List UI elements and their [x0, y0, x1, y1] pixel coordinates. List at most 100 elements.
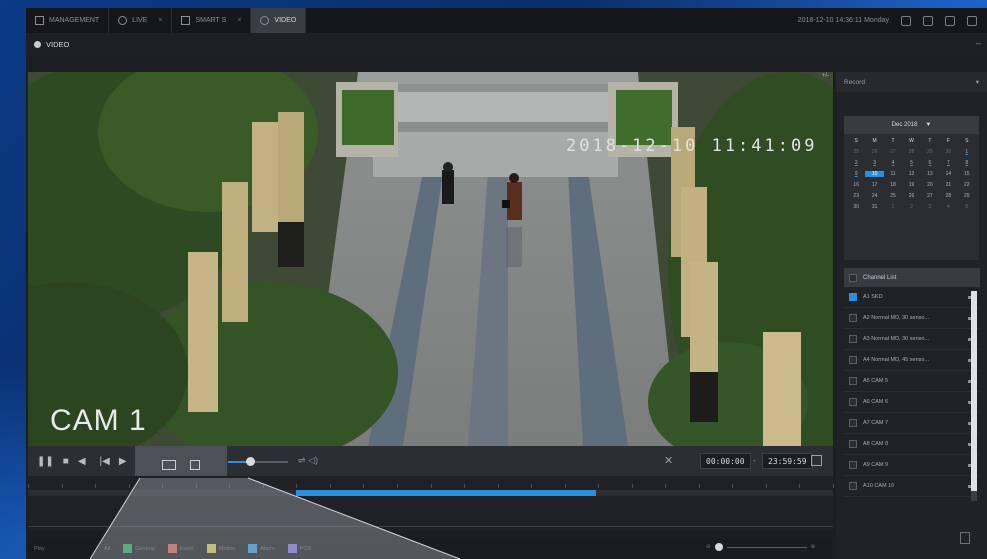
- calendar-day[interactable]: 13: [921, 171, 939, 177]
- calendar-day[interactable]: 12: [902, 171, 920, 177]
- channel-item[interactable]: A7 CAM 7: [844, 413, 980, 434]
- calendar-day[interactable]: 5: [902, 160, 920, 166]
- calendar-day[interactable]: 19: [902, 182, 920, 188]
- calendar-day[interactable]: 2: [847, 160, 865, 166]
- channel-item[interactable]: A3 Normal MD, 30 senso...: [844, 329, 980, 350]
- calendar-day[interactable]: 3: [865, 160, 883, 166]
- channel-item[interactable]: A6 CAM 6: [844, 392, 980, 413]
- calendar-day[interactable]: 14: [939, 171, 957, 177]
- legend-item-alarm[interactable]: Alarm: [248, 544, 275, 553]
- calendar-day[interactable]: 9: [847, 171, 865, 177]
- calendar-day[interactable]: 26: [902, 193, 920, 199]
- next-frame-icon[interactable]: ▶: [119, 456, 127, 467]
- speed-slider-knob[interactable]: [246, 457, 255, 466]
- zoom-out-icon[interactable]: ⊖: [706, 544, 711, 550]
- calendar-day[interactable]: 25: [884, 193, 902, 199]
- calendar-month-selector[interactable]: Dec 2018 ▼: [844, 116, 979, 134]
- calendar-icon[interactable]: [811, 455, 822, 466]
- pause-icon[interactable]: ❚❚: [37, 456, 54, 467]
- channel-checkbox[interactable]: [849, 482, 857, 490]
- zoom-slider-knob[interactable]: [714, 543, 723, 551]
- calendar-day[interactable]: 4: [884, 160, 902, 166]
- calendar-day[interactable]: 1: [884, 204, 902, 210]
- calendar-day[interactable]: 15: [958, 171, 976, 177]
- stop-icon[interactable]: ■: [63, 456, 69, 467]
- channel-item[interactable]: A5 CAM 5: [844, 371, 980, 392]
- cut-icon[interactable]: ✕: [664, 454, 673, 467]
- channel-checkbox[interactable]: [849, 440, 857, 448]
- calendar-day[interactable]: 8: [958, 160, 976, 166]
- legend-item-all[interactable]: All: [104, 546, 110, 552]
- calendar-day[interactable]: 27: [884, 149, 902, 155]
- channel-checkbox[interactable]: [849, 314, 857, 322]
- close-icon[interactable]: ×: [237, 17, 241, 24]
- zoom-slider-track[interactable]: [726, 546, 807, 548]
- start-time-input[interactable]: 00:00:00: [700, 453, 751, 469]
- calendar-day[interactable]: 29: [958, 193, 976, 199]
- calendar-day[interactable]: 29: [921, 149, 939, 155]
- user-icon[interactable]: [901, 15, 911, 26]
- calendar-day[interactable]: 31: [865, 204, 883, 210]
- channel-item[interactable]: A4 Normal MD, 45 senso...: [844, 350, 980, 371]
- tab-video[interactable]: VIDEO: [251, 8, 307, 33]
- calendar-day[interactable]: 23: [847, 193, 865, 199]
- calendar-day-selected[interactable]: 10: [865, 171, 884, 177]
- calendar-day[interactable]: 24: [865, 193, 883, 199]
- trash-icon[interactable]: [960, 532, 970, 544]
- end-time-input[interactable]: 23:59:59: [762, 453, 813, 469]
- calendar-day[interactable]: 25: [847, 149, 865, 155]
- channel-checkbox[interactable]: [849, 356, 857, 364]
- snapshot-icon[interactable]: [190, 460, 200, 470]
- settings-icon[interactable]: [967, 15, 977, 26]
- calendar-day[interactable]: 26: [865, 149, 883, 155]
- calendar-day[interactable]: 21: [939, 182, 957, 188]
- channel-item[interactable]: A8 CAM 8: [844, 434, 980, 455]
- calendar-day[interactable]: 28: [939, 193, 957, 199]
- calendar-day[interactable]: 27: [921, 193, 939, 199]
- calendar-day[interactable]: 1: [958, 149, 976, 155]
- channel-checkbox[interactable]: [849, 398, 857, 406]
- recording-segment[interactable]: [296, 490, 596, 496]
- legend-item-general[interactable]: General: [123, 544, 155, 553]
- channel-checkbox[interactable]: [849, 335, 857, 343]
- channel-item[interactable]: A10 CAM 10: [844, 476, 980, 497]
- channel-item[interactable]: A1 SKD: [844, 287, 980, 308]
- layout-icon[interactable]: [945, 15, 955, 26]
- calendar-day[interactable]: 18: [884, 182, 902, 188]
- calendar-day[interactable]: 30: [847, 204, 865, 210]
- calendar-day[interactable]: 11: [884, 171, 902, 177]
- calendar-day[interactable]: 5: [958, 204, 976, 210]
- minimize-icon[interactable]: –: [976, 38, 981, 48]
- tab-smart-search[interactable]: SMART S ×: [172, 8, 252, 33]
- zoom-toggle[interactable]: +/-: [822, 73, 829, 79]
- channel-item[interactable]: A9 CAM 9: [844, 455, 980, 476]
- calendar-day[interactable]: 7: [939, 160, 957, 166]
- scrollbar-thumb[interactable]: [971, 291, 977, 491]
- calendar-day[interactable]: 16: [847, 182, 865, 188]
- close-icon[interactable]: ×: [158, 17, 162, 24]
- select-all-checkbox[interactable]: [849, 273, 857, 282]
- calendar-day[interactable]: 3: [921, 204, 939, 210]
- legend-item-motion[interactable]: Motion: [206, 544, 235, 553]
- calendar-day[interactable]: 28: [902, 149, 920, 155]
- channel-list-scrollbar[interactable]: [971, 291, 977, 501]
- channel-checkbox[interactable]: [849, 293, 857, 301]
- prev-frame-icon[interactable]: |◀: [100, 456, 110, 467]
- clip-icon[interactable]: [162, 460, 176, 470]
- channel-checkbox[interactable]: [849, 461, 857, 469]
- play-backward-icon[interactable]: ◀: [78, 456, 86, 467]
- calendar-day[interactable]: 30: [939, 149, 957, 155]
- calendar-day[interactable]: 4: [939, 204, 957, 210]
- zoom-in-icon[interactable]: ⊕: [811, 544, 816, 550]
- calendar-day[interactable]: 2: [902, 204, 920, 210]
- volume-icon[interactable]: ⇌ ◁): [298, 455, 318, 466]
- legend-item-event[interactable]: Event: [167, 544, 194, 553]
- calendar-day[interactable]: 6: [921, 160, 939, 166]
- channel-checkbox[interactable]: [849, 377, 857, 385]
- tab-management[interactable]: MANAGEMENT: [26, 8, 110, 33]
- timeline-bar[interactable]: [28, 476, 834, 530]
- legend-item-pos[interactable]: POS: [287, 544, 311, 553]
- video-playback-view[interactable]: 2018-12-10 11:41:09 CAM 1 +/-: [28, 72, 833, 446]
- calendar-day[interactable]: 17: [865, 182, 883, 188]
- calendar-day[interactable]: 20: [921, 182, 939, 188]
